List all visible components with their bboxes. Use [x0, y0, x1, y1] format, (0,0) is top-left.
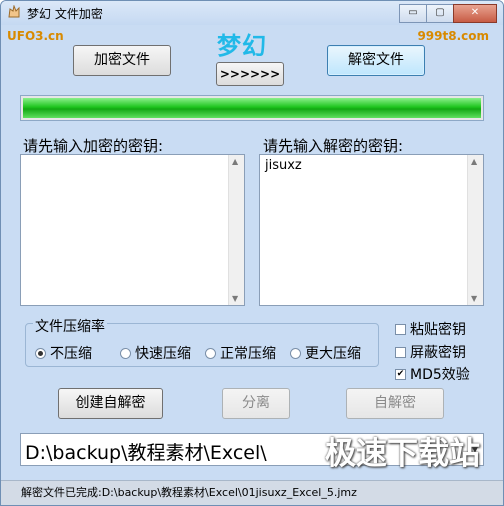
self-decrypt-button[interactable]: 自解密 — [346, 388, 444, 419]
close-button[interactable]: ✕ — [453, 4, 497, 23]
radio-label: 更大压缩 — [305, 346, 361, 362]
status-bar: 解密文件已完成:D:\backup\教程素材\Excel\01jisuxz_Ex… — [1, 480, 503, 505]
radio-icon — [120, 347, 131, 359]
window-controls: ▭ ▢ ✕ — [399, 4, 497, 23]
progress-bar — [20, 95, 484, 121]
scroll-down-icon[interactable]: ▼ — [471, 294, 477, 303]
decrypt-key-scrollbar[interactable]: ▲ ▼ — [467, 155, 483, 305]
scroll-down-icon[interactable]: ▼ — [232, 294, 238, 303]
title-bar[interactable]: 梦幻 文件加密 ▭ ▢ ✕ — [1, 1, 503, 25]
minimize-button[interactable]: ▭ — [399, 4, 427, 23]
encrypt-key-label: 请先输入加密的密钥: — [23, 137, 164, 155]
paste-key-checkbox[interactable]: 粘贴密钥 — [395, 319, 466, 339]
compression-title: 文件压缩率 — [33, 316, 107, 336]
radio-label: 不压缩 — [50, 346, 92, 362]
radio-icon — [205, 347, 216, 359]
checkbox-icon — [395, 323, 406, 335]
separate-button[interactable]: 分离 — [222, 388, 290, 419]
radio-fast-compression[interactable]: 快速压缩 — [120, 343, 191, 363]
progress-fill — [23, 98, 481, 118]
maximize-button[interactable]: ▢ — [426, 4, 454, 23]
create-self-decrypt-button[interactable]: 创建自解密 — [58, 388, 163, 419]
radio-label: 正常压缩 — [220, 346, 276, 362]
encrypt-file-button[interactable]: 加密文件 — [73, 45, 171, 76]
decrypt-key-label: 请先输入解密的密钥: — [263, 137, 404, 155]
radio-normal-compression[interactable]: 正常压缩 — [205, 343, 276, 363]
radio-max-compression[interactable]: 更大压缩 — [290, 343, 361, 363]
999t8-logo: 999t8.com — [417, 29, 489, 43]
radio-icon — [290, 347, 301, 359]
path-value: D:\backup\教程素材\Excel\ — [25, 442, 267, 464]
arrows-button[interactable]: >>>>>> — [216, 62, 284, 86]
hide-key-checkbox[interactable]: 屏蔽密钥 — [395, 342, 466, 362]
scroll-up-icon[interactable]: ▲ — [232, 157, 238, 166]
status-text: 解密文件已完成:D:\backup\教程素材\Excel\01jisuxz_Ex… — [21, 486, 357, 499]
encrypt-key-scrollbar[interactable]: ▲ ▼ — [228, 155, 244, 305]
decrypt-file-button[interactable]: 解密文件 — [327, 45, 425, 76]
decrypt-key-value: jisuxz — [265, 158, 302, 173]
watermark-logo: 极速下载站 — [325, 436, 480, 472]
scroll-up-icon[interactable]: ▲ — [471, 157, 477, 166]
md5-verify-checkbox[interactable]: ✔ MD5效验 — [395, 364, 470, 384]
decrypt-key-input[interactable]: jisuxz ▲ ▼ — [259, 154, 484, 306]
checkbox-label: 屏蔽密钥 — [410, 345, 466, 361]
checkbox-icon — [395, 346, 406, 358]
radio-selected-icon — [35, 347, 46, 359]
app-icon — [8, 5, 20, 18]
window-title: 梦幻 文件加密 — [27, 7, 103, 21]
brand-title: 梦幻 — [217, 32, 267, 60]
encrypt-key-input[interactable]: ▲ ▼ — [20, 154, 245, 306]
checkbox-label: 粘贴密钥 — [410, 322, 466, 338]
checkmark-icon: ✔ — [395, 368, 406, 380]
checkbox-label: MD5效验 — [410, 367, 470, 383]
app-window: 梦幻 文件加密 ▭ ▢ ✕ UFO3.cn 梦幻 999t8.com 加密文件 … — [0, 0, 504, 506]
radio-no-compression[interactable]: 不压缩 — [35, 343, 92, 363]
radio-label: 快速压缩 — [135, 346, 191, 362]
ufo3-logo: UFO3.cn — [7, 29, 64, 43]
